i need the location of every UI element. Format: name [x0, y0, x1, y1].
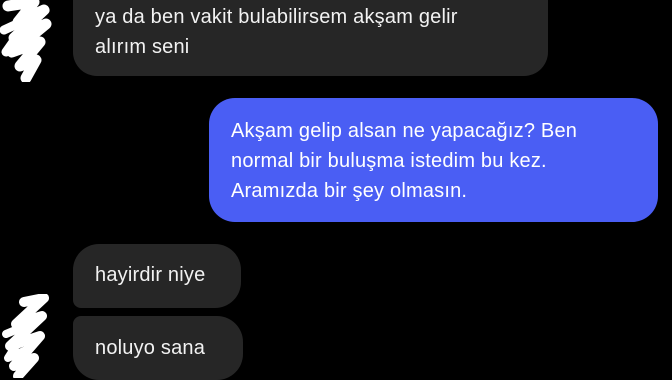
message-text: normal bir buluşma istedim bu kez. — [231, 150, 547, 172]
message-incoming[interactable]: ya da ben vakit bulabilirsem akşam gelir… — [73, 0, 548, 76]
message-text: Aramızda bir şey olmasın. — [231, 180, 468, 202]
message-text: Akşam gelip alsan ne yapacağız? Ben — [231, 120, 578, 142]
message-text: ya da ben vakit bulabilirsem akşam gelir — [95, 6, 458, 28]
message-text: noluyo sana — [95, 337, 206, 359]
message-incoming[interactable]: hayirdir niye — [73, 244, 241, 308]
redacted-avatar-top — [0, 0, 52, 82]
message-text: hayirdir niye — [95, 264, 206, 286]
message-text: alırım seni — [95, 36, 190, 58]
message-outgoing[interactable]: Akşam gelip alsan ne yapacağız? Ben norm… — [209, 98, 658, 222]
message-incoming[interactable]: noluyo sana — [73, 316, 243, 380]
redacted-avatar-bottom — [2, 294, 49, 378]
chat-thread: ya da ben vakit bulabilirsem akşam gelir… — [0, 0, 672, 380]
